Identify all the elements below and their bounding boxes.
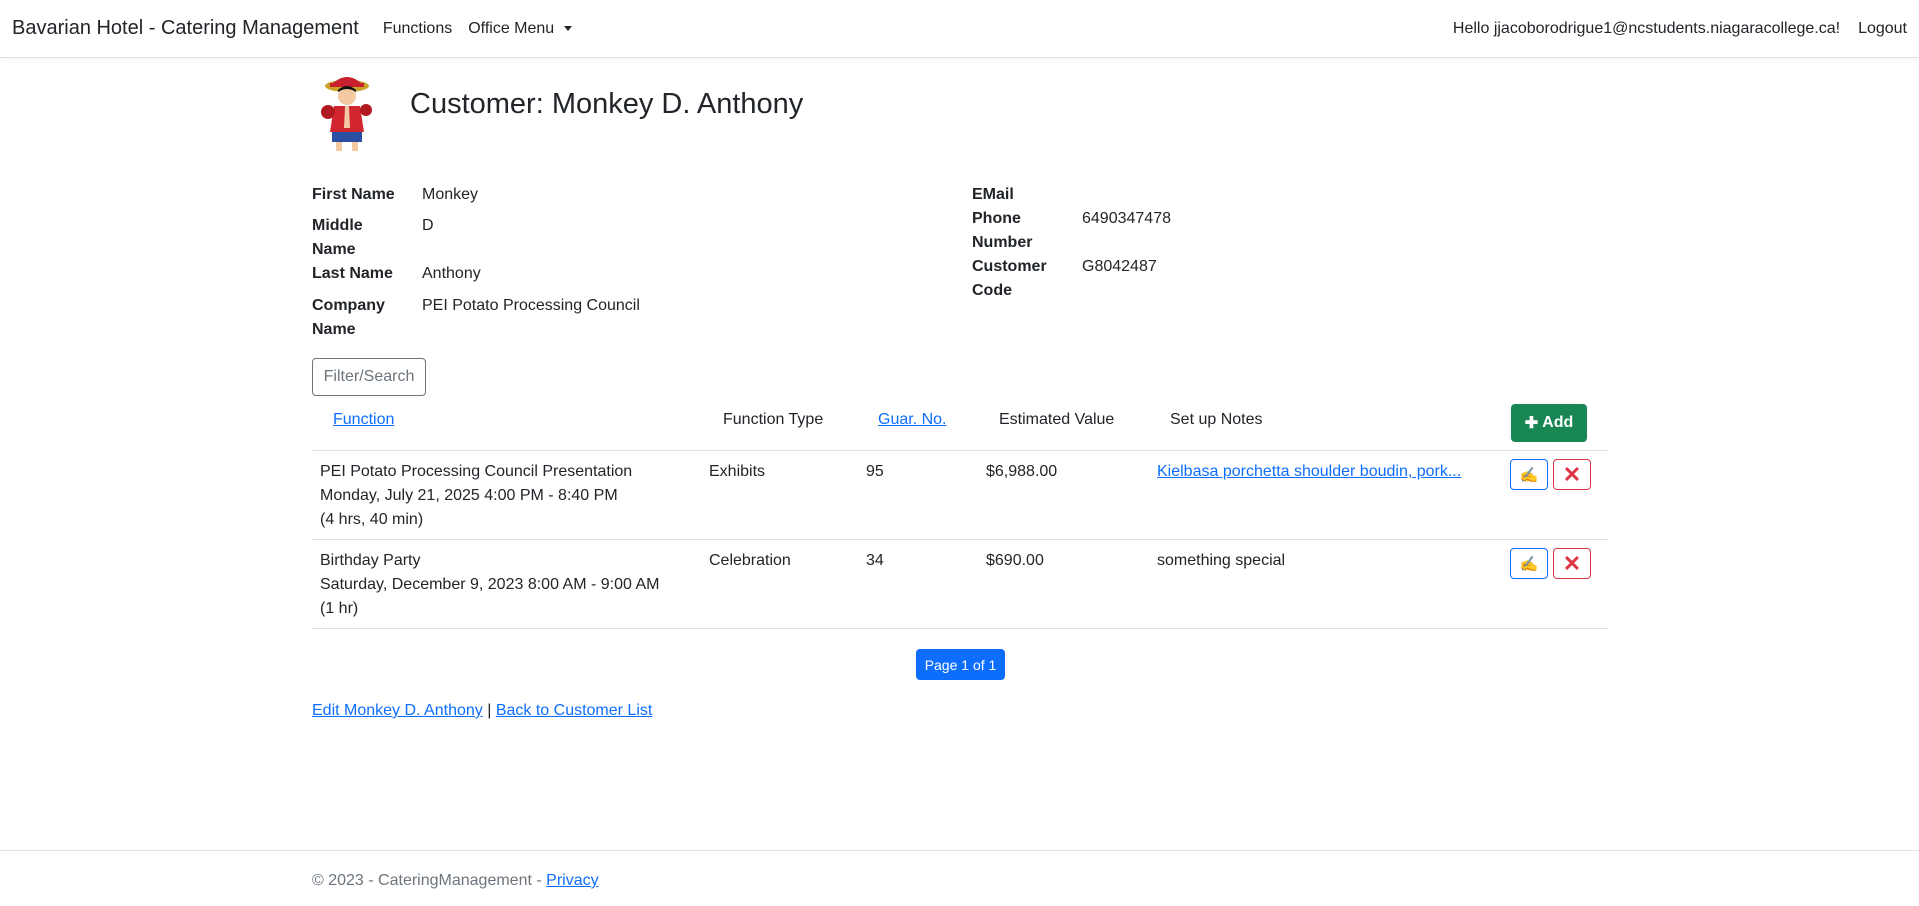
guar-no: 34 — [866, 552, 884, 569]
footer-copyright: © 2023 - CateringManagement - — [312, 872, 547, 889]
user-greeting-link[interactable]: Hello jjacoborodrigue1@ncstudents.niagar… — [1453, 20, 1840, 38]
function-type: Exhibits — [709, 463, 766, 480]
setup-notes: something special — [1157, 552, 1286, 569]
customer-code-label-line1: Customer — [972, 258, 1047, 275]
link-separator: | — [487, 702, 492, 719]
last-name-label: Last Name — [312, 265, 393, 282]
x-icon: ✕ — [1562, 461, 1582, 487]
nav-right: Hello jjacoborodrigue1@ncstudents.niagar… — [1453, 20, 1907, 38]
function-date: Saturday, December 9, 2023 8:00 AM - 9:0… — [320, 576, 660, 593]
company-name-value: PEI Potato Processing Council — [422, 297, 640, 314]
privacy-link[interactable]: Privacy — [546, 872, 598, 889]
row-divider — [312, 628, 1608, 629]
pagination-indicator[interactable]: Page 1 of 1 — [916, 649, 1005, 680]
pencil-hand-icon: ✍ — [1519, 555, 1539, 573]
footer-content: © 2023 - CateringManagement - Privacy — [312, 872, 599, 890]
company-name-label-line1: Company — [312, 297, 385, 314]
function-date: Monday, July 21, 2025 4:00 PM - 8:40 PM — [320, 487, 618, 504]
bottom-links: Edit Monkey D. Anthony | Back to Custome… — [312, 702, 652, 720]
filter-search-button[interactable]: Filter/Search — [312, 358, 426, 396]
delete-function-button[interactable]: ✕ — [1553, 459, 1591, 490]
estimated-value: $6,988.00 — [986, 463, 1058, 480]
customer-code-label-line2: Code — [972, 282, 1012, 299]
middle-name-value: D — [422, 217, 434, 234]
header-estimated-value: Estimated Value — [999, 411, 1115, 428]
function-name: PEI Potato Processing Council Presentati… — [320, 463, 633, 480]
setup-notes-link[interactable]: Kielbasa porchetta shoulder boudin, pork… — [1157, 460, 1461, 484]
footer: © 2023 - CateringManagement - Privacy — [0, 850, 1919, 906]
edit-customer-link[interactable]: Edit Monkey D. Anthony — [312, 702, 483, 719]
table-header-divider — [312, 450, 1608, 451]
header-function-sort[interactable]: Function — [333, 411, 394, 429]
function-duration: (4 hrs, 40 min) — [320, 511, 424, 528]
middle-name-label-line1: Middle — [312, 217, 363, 234]
function-duration: (1 hr) — [320, 600, 359, 617]
x-icon: ✕ — [1562, 550, 1582, 576]
phone-label-line2: Number — [972, 234, 1033, 251]
back-to-customer-list-link[interactable]: Back to Customer List — [496, 702, 653, 719]
brand-link[interactable]: Bavarian Hotel - Catering Management — [12, 17, 359, 40]
nav-functions[interactable]: Functions — [383, 20, 452, 38]
function-name: Birthday Party — [320, 552, 421, 569]
middle-name-label-line2: Name — [312, 241, 356, 258]
add-function-button[interactable]: ✚ Add — [1511, 404, 1587, 442]
function-type: Celebration — [709, 552, 791, 569]
logout-link[interactable]: Logout — [1858, 20, 1907, 38]
row-divider — [312, 539, 1608, 540]
guar-no: 95 — [866, 463, 884, 480]
delete-function-button[interactable]: ✕ — [1553, 548, 1591, 579]
email-label: EMail — [972, 186, 1014, 203]
phone-label-line1: Phone — [972, 210, 1021, 227]
customer-avatar — [321, 77, 372, 151]
office-menu-label: Office Menu — [468, 19, 555, 37]
nav-office-menu[interactable]: Office Menu — [468, 19, 573, 38]
company-name-label-line2: Name — [312, 321, 356, 338]
estimated-value: $690.00 — [986, 552, 1044, 569]
chevron-down-icon — [564, 26, 573, 31]
header-setup-notes: Set up Notes — [1170, 411, 1263, 428]
last-name-value: Anthony — [422, 265, 481, 282]
top-navbar: Bavarian Hotel - Catering Management Fun… — [0, 0, 1919, 58]
pencil-hand-icon: ✍ — [1519, 466, 1539, 484]
page-title: Customer: Monkey D. Anthony — [410, 88, 804, 120]
edit-function-button[interactable]: ✍ — [1510, 459, 1548, 490]
first-name-value: Monkey — [422, 186, 479, 203]
edit-function-button[interactable]: ✍ — [1510, 548, 1548, 579]
add-button-label: Add — [1542, 414, 1574, 431]
phone-value: 6490347478 — [1082, 210, 1171, 227]
header-function-type: Function Type — [723, 411, 824, 428]
header-guar-no-sort[interactable]: Guar. No. — [878, 411, 946, 429]
first-name-label: First Name — [312, 186, 395, 203]
customer-code-value: G8042487 — [1082, 258, 1157, 275]
plus-icon: ✚ — [1524, 415, 1539, 432]
